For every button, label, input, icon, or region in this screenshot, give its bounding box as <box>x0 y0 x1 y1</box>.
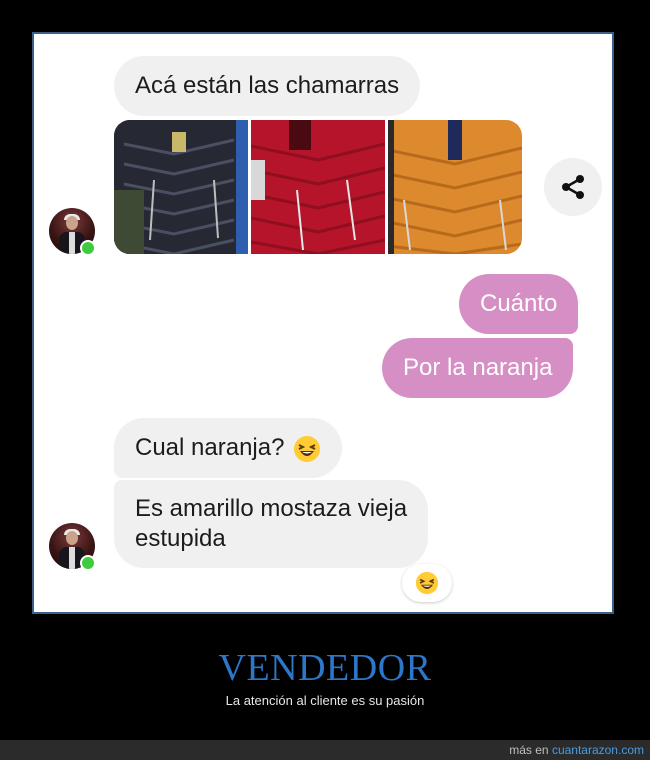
message-text: Cuánto <box>480 290 558 317</box>
online-status-indicator <box>80 240 96 256</box>
online-status-indicator <box>80 555 96 571</box>
message-text: Por la naranja <box>403 354 553 381</box>
laughing-face-icon <box>294 435 321 462</box>
message-text: Cual naranja? <box>135 434 285 461</box>
footer-prefix: más en <box>509 743 549 757</box>
share-button[interactable] <box>544 158 602 216</box>
message-reaction[interactable] <box>402 564 452 602</box>
share-icon <box>562 175 584 199</box>
message-seller-cual-naranja: Cual naranja? <box>114 418 343 478</box>
chat-screenshot: Acá están las chamarras Cuánto Por la na… <box>32 32 614 614</box>
message-text: Acá están las chamarras <box>135 72 400 99</box>
message-customer-cuanto: Cuánto <box>459 274 579 334</box>
message-text-line-1: Es amarillo mostaza vieja <box>135 495 408 522</box>
site-link[interactable]: cuantarazon.com <box>552 743 644 757</box>
caption-title: VENDEDOR <box>218 647 432 689</box>
laughing-face-icon <box>415 571 439 595</box>
orange-jacket-photo[interactable] <box>388 120 522 254</box>
message-text-line-2: estupida <box>135 525 226 552</box>
caption-subtitle: La atención al cliente es su pasión <box>225 693 425 708</box>
site-footer: más en cuantarazon.com <box>0 740 650 760</box>
message-seller-intro: Acá están las chamarras <box>114 56 421 116</box>
message-customer-naranja: Por la naranja <box>382 338 574 398</box>
black-jacket-photo[interactable] <box>114 120 248 254</box>
red-jacket-photo[interactable] <box>251 120 385 254</box>
message-seller-mostaza: Es amarillo mostaza vieja estupida <box>114 480 429 568</box>
